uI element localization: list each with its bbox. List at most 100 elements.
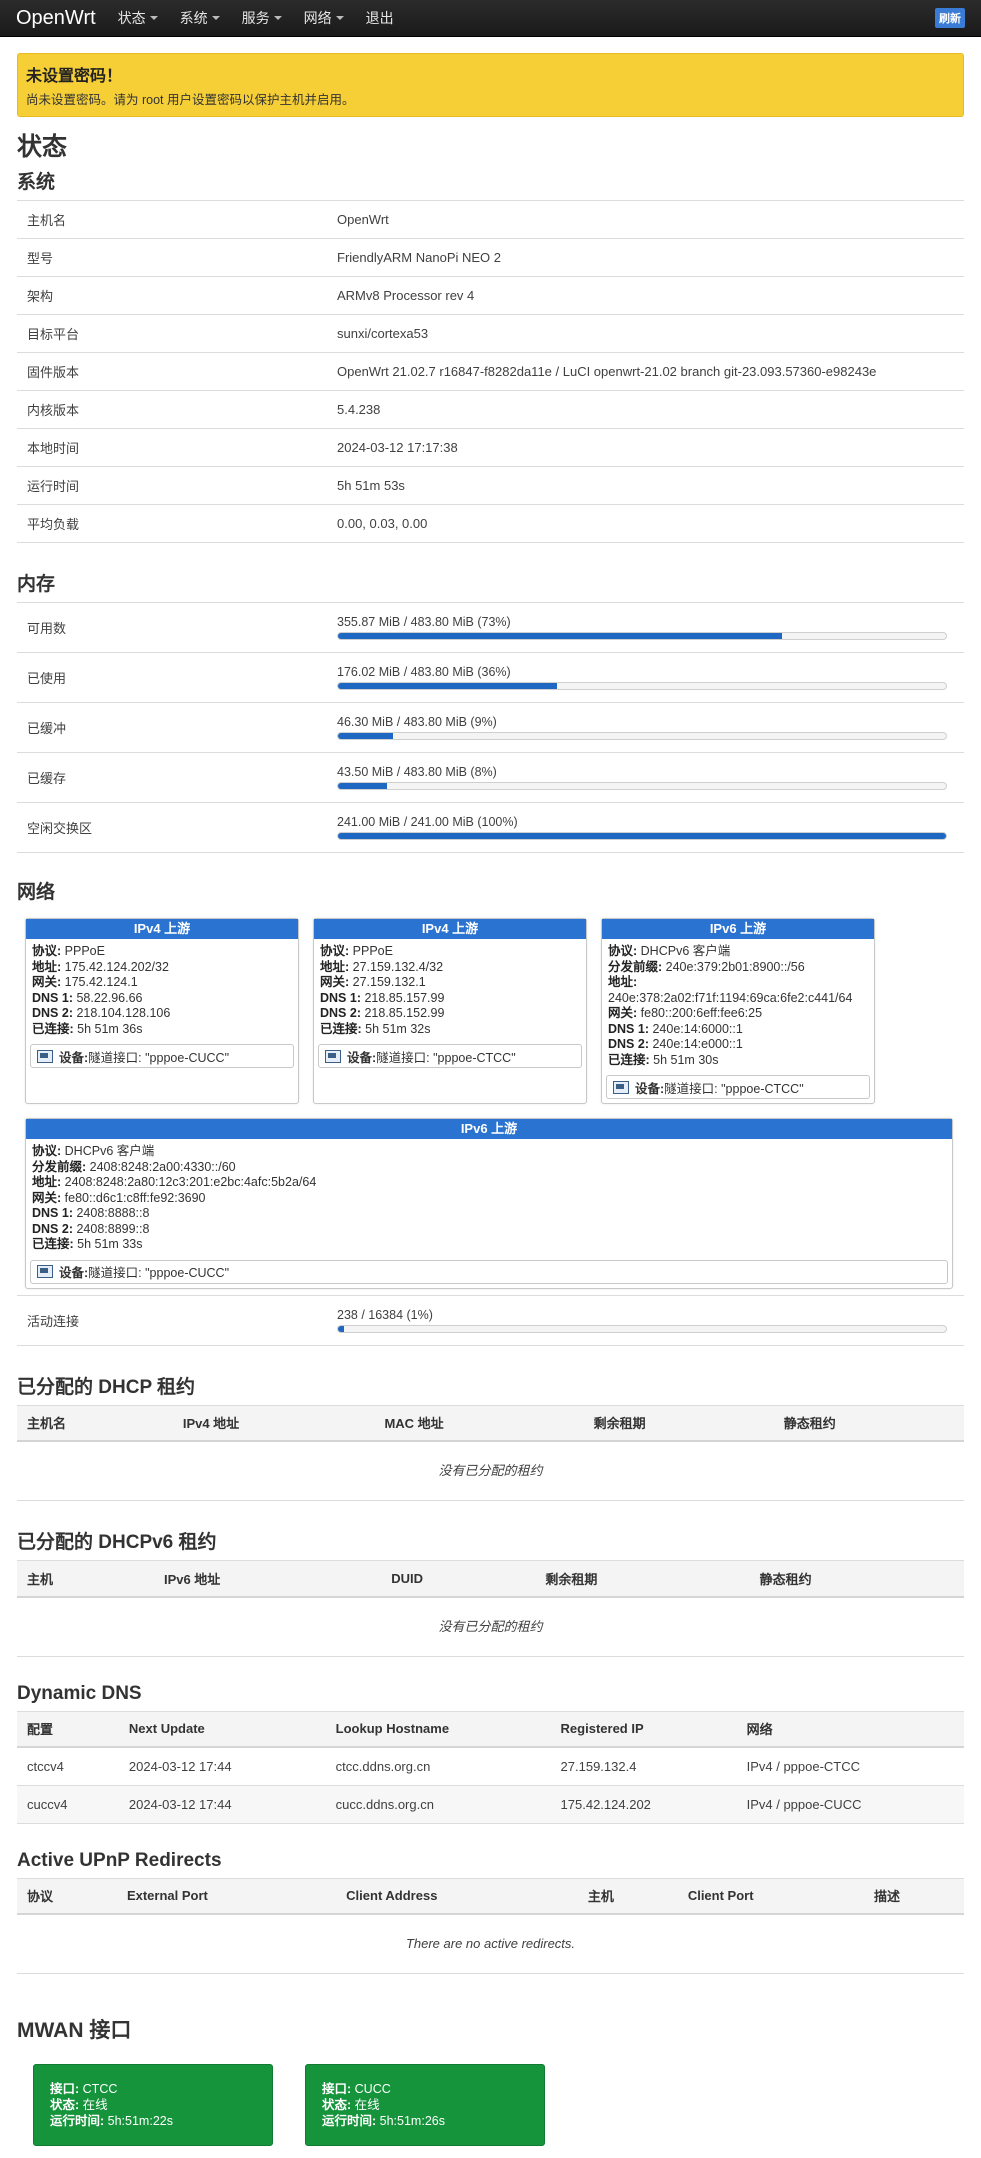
network-section-title: 网络 (17, 882, 56, 903)
no-password-alert: 未设置密码！ 尚未设置密码。请为 root 用户设置密码以保护主机并启用。 (17, 53, 964, 117)
card-line-value: 240e:379:2b01:8900::/56 (665, 959, 805, 974)
memory-bar-fill (338, 783, 387, 789)
column-header: 网络 (736, 1710, 964, 1748)
connections-table: 活动连接 238 / 16384 (1%) (17, 1294, 964, 1346)
top-navbar: OpenWrt 状态 系统 服务 网络 退出 刷新 (0, 0, 981, 37)
card-line: DNS 1: 2408:8888::8 (32, 1206, 946, 1222)
card-line-value: 58.22.96.66 (76, 990, 143, 1005)
memory-bar-fill (338, 633, 782, 639)
mwan-line-value: CTCC (82, 2082, 118, 2096)
upstream-card: IPv6 上游 协议: DHCPv6 客户端 分发前缀: 240e:379:2b01… (601, 918, 875, 1104)
network-cards: IPv4 上游 协议: PPPoE 地址: 175.42.124.202/32 网关:… (17, 910, 964, 1295)
device-value: 隧道接口: "pppoe-CUCC" (88, 1050, 230, 1065)
system-row: 固件版本 OpenWrt 21.02.7 r16847-f8282da11e / … (17, 352, 964, 391)
row-value: 2024-03-12 17:17:38 (327, 428, 964, 467)
card-line: DNS 1: 218.85.157.99 (320, 991, 580, 1007)
dhcpv6-table: 主机 IPv6 地址 DUID 剩余租期 静态租约 没有已分配的租约 (17, 1560, 964, 1657)
mwan-line-label: 运行时间: (50, 2114, 105, 2128)
system-row: 运行时间 5h 51m 53s (17, 466, 964, 505)
brand-logo[interactable]: OpenWrt (16, 7, 96, 30)
card-line-label: 协议: (32, 944, 62, 958)
column-header: 剩余租期 (583, 1404, 774, 1442)
card-line-value: PPPoE (64, 944, 105, 958)
table-cell: 175.42.124.202 (550, 1785, 737, 1824)
card-body: 协议: DHCPv6 客户端 分发前缀: 240e:379:2b01:8900::… (602, 939, 874, 1071)
card-line-label: 地址: (608, 975, 638, 989)
card-line-label: 分发前缀: (32, 1159, 87, 1174)
card-line-label: 已连接: (320, 1021, 362, 1036)
system-row: 架构 ARMv8 Processor rev 4 (17, 276, 964, 315)
table-cell: IPv4 / pppoe-CUCC (736, 1785, 964, 1824)
column-header: External Port (116, 1877, 337, 1915)
menu-network[interactable]: 网络 (304, 8, 344, 28)
row-value: 5.4.238 (327, 390, 964, 429)
refresh-badge[interactable]: 刷新 (935, 8, 965, 28)
card-line: DNS 2: 218.85.152.99 (320, 1006, 580, 1022)
card-line-value: 27.159.132.4/32 (352, 959, 444, 974)
column-header: 主机名 (17, 1404, 173, 1442)
card-line: 地址: 2408:8248:2a80:12c3:201:e2bc:4afc:5b… (32, 1175, 946, 1191)
card-title: IPv6 上游 (602, 919, 874, 939)
card-line: 已连接: 5h 51m 36s (32, 1022, 292, 1038)
card-line-value: 2408:8248:2a80:12c3:201:e2bc:4afc:5b2a/6… (64, 1175, 317, 1189)
card-line-label: DNS 2: (32, 1221, 73, 1236)
table-row: ctccv4 2024-03-12 17:44 ctcc.ddns.org.cn 27… (17, 1747, 964, 1786)
memory-value: 46.30 MiB / 483.80 MiB (9%) (337, 715, 497, 729)
card-line-label: DNS 1: (32, 990, 73, 1005)
menu-status[interactable]: 状态 (118, 8, 158, 28)
card-body: 协议: PPPoE 地址: 175.42.124.202/32 网关: 175.42… (26, 939, 298, 1040)
mwan-line: 接口: CUCC (322, 2081, 528, 2097)
column-header: 描述 (864, 1877, 964, 1915)
mwan-line: 运行时间: 5h:51m:26s (322, 2113, 528, 2129)
card-line-value: DHCPv6 客户端 (64, 1144, 155, 1158)
row-label: 已使用 (17, 652, 327, 703)
table-cell: cucc.ddns.org.cn (325, 1785, 551, 1824)
memory-bar (337, 782, 947, 790)
mwan-section-title: MWAN 接口 (17, 2019, 132, 2042)
card-line-value: 5h 51m 30s (653, 1052, 719, 1067)
ddns-section-title: Dynamic DNS (17, 1682, 142, 1704)
row-value: OpenWrt (327, 200, 964, 239)
upnp-table: 协议 External Port Client Address 主机 Client Po… (17, 1877, 964, 1975)
memory-row: 可用数 355.87 MiB / 483.80 MiB (73%) (17, 602, 964, 653)
mwan-line-value: CUCC (354, 2082, 391, 2096)
memory-bar (337, 632, 947, 640)
upstream-card: IPv4 上游 协议: PPPoE 地址: 175.42.124.202/32 网关:… (25, 918, 299, 1104)
card-line: 地址: 27.159.132.4/32 (320, 960, 580, 976)
card-line-value: 27.159.132.1 (352, 975, 426, 989)
memory-table: 可用数 355.87 MiB / 483.80 MiB (73%) 已使用 176.0… (17, 602, 964, 853)
card-line: 协议: DHCPv6 客户端 (32, 1144, 946, 1160)
table-cell: ctccv4 (17, 1747, 119, 1786)
column-header: MAC 地址 (374, 1404, 584, 1442)
card-line-value: 240e:14:e000::1 (652, 1037, 743, 1051)
menu-services[interactable]: 服务 (242, 8, 282, 28)
memory-value: 176.02 MiB / 483.80 MiB (36%) (337, 665, 511, 679)
row-label: 已缓冲 (17, 702, 327, 753)
card-line: 网关: fe80::d6c1:c8ff:fe92:3690 (32, 1191, 946, 1207)
column-header: Lookup Hostname (325, 1710, 551, 1748)
card-line: 已连接: 5h 51m 32s (320, 1022, 580, 1038)
mwan-line-label: 状态: (322, 2098, 352, 2112)
caret-down-icon (273, 16, 282, 20)
mwan-line-value: 在线 (82, 2098, 108, 2112)
card-line: DNS 2: 2408:8899::8 (32, 1222, 946, 1238)
caret-down-icon (211, 16, 220, 20)
ddns-table: 配置 Next Update Lookup Hostname Registered I… (17, 1710, 964, 1824)
row-value: FriendlyARM NanoPi NEO 2 (327, 238, 964, 277)
row-label: 运行时间 (17, 466, 327, 505)
card-line: DNS 2: 240e:14:e000::1 (608, 1037, 868, 1053)
card-line-value: 175.42.124.1 (64, 975, 138, 989)
card-line-label: DNS 2: (608, 1037, 649, 1051)
row-value: OpenWrt 21.02.7 r16847-f8282da11e / LuCI… (327, 352, 964, 391)
row-label: 目标平台 (17, 314, 327, 353)
table-cell: 2024-03-12 17:44 (118, 1747, 326, 1786)
card-line-label: DNS 2: (320, 1006, 361, 1020)
menu-logout[interactable]: 退出 (366, 8, 394, 28)
menu-system[interactable]: 系统 (180, 8, 220, 28)
card-line: DNS 1: 240e:14:6000::1 (608, 1022, 868, 1038)
card-line-label: 协议: (608, 944, 638, 958)
card-line-label: DNS 1: (32, 1206, 73, 1220)
mwan-line: 状态: 在线 (50, 2097, 256, 2113)
card-line-value: 240e:14:6000::1 (652, 1021, 743, 1036)
table-cell: cuccv4 (17, 1785, 119, 1824)
